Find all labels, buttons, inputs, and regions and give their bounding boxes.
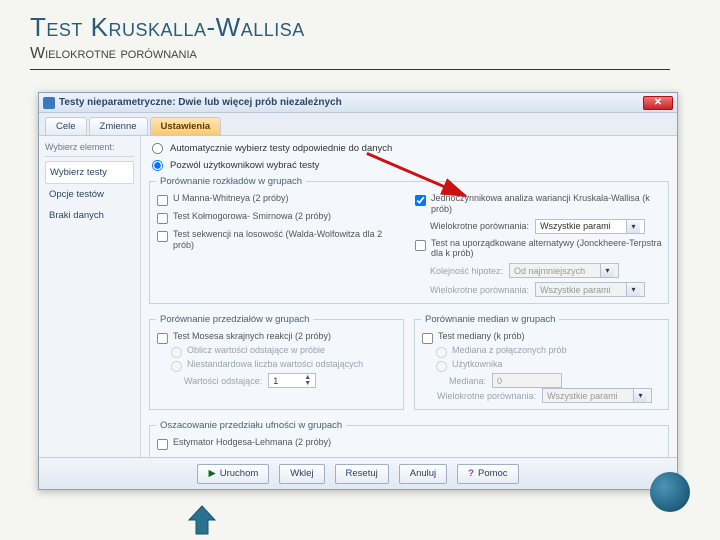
chk-median[interactable] — [422, 333, 433, 344]
moses-outliers-label: Wartości odstające: — [184, 376, 262, 386]
button-bar: ▶ Uruchom Wklej Resetuj Anuluj ? Pomoc — [39, 457, 677, 489]
reset-button-label: Resetuj — [346, 468, 378, 479]
moses-outliers-value: 1 — [273, 376, 278, 386]
jt-multicomp-label: Wielokrotne porównania: — [430, 285, 529, 295]
median-multicomp-label: Wielokrotne porównania: — [437, 391, 536, 401]
radio-median-pooled — [436, 347, 447, 358]
group-medians-legend: Porównanie median w grupach — [421, 314, 559, 325]
sidebar-header: Wybierz element: — [45, 142, 134, 157]
group-ranges-legend: Porównanie przedziałów w grupach — [156, 314, 313, 325]
run-button[interactable]: ▶ Uruchom — [197, 464, 269, 484]
tab-zmienne[interactable]: Zmienne — [89, 117, 148, 135]
jt-hyp-order-value: Od najmniejszych — [514, 266, 585, 276]
median-value: 0 — [497, 376, 502, 386]
annotation-arrow-up — [185, 504, 219, 536]
dialog-window: Testy nieparametryczne: Dwie lub więcej … — [38, 92, 678, 490]
chevron-down-icon: ▾ — [626, 220, 640, 233]
group-confidence-legend: Oszacowanie przedziału ufności w grupach — [156, 420, 346, 431]
run-button-label: Uruchom — [220, 468, 259, 479]
help-button[interactable]: ? Pomoc — [457, 464, 518, 484]
chevron-down-icon: ▾ — [626, 283, 640, 296]
close-button[interactable]: ✕ — [643, 96, 673, 110]
sidebar-item-opcje-testow[interactable]: Opcje testów — [45, 184, 134, 205]
window-title: Testy nieparametryczne: Dwie lub więcej … — [59, 97, 643, 108]
chk-wald-wolfowitz-label: Test sekwencji na losowość (Walda-Wolfow… — [173, 229, 404, 251]
spinner-icon: ▲▼ — [304, 375, 311, 387]
chk-kruskal-wallis[interactable] — [415, 195, 426, 206]
chk-mann-whitney-label: U Manna-Whitneya (2 próby) — [173, 193, 289, 204]
radio-median-pooled-label: Mediana z połączonych prób — [452, 345, 567, 356]
tab-cele[interactable]: Cele — [45, 117, 87, 135]
chevron-down-icon: ▾ — [633, 389, 647, 402]
radio-auto[interactable] — [152, 143, 163, 154]
kw-multicomp-value: Wszystkie parami — [540, 221, 611, 231]
group-distribution: Porównanie rozkładów w grupach U Manna-W… — [149, 176, 669, 304]
cancel-button-label: Anuluj — [410, 468, 436, 479]
radio-moses-custom-label: Niestandardowa liczba wartości odstający… — [187, 359, 363, 370]
chk-kolmogorov-label: Test Kołmogorowa- Smirnowa (2 próby) — [173, 211, 331, 222]
app-icon — [43, 97, 55, 109]
sidebar-item-braki-danych[interactable]: Braki danych — [45, 205, 134, 226]
tab-ustawienia[interactable]: Ustawienia — [150, 117, 222, 135]
radio-median-user-label: Użytkownika — [452, 359, 503, 370]
median-multicomp-dropdown: Wszystkie parami ▾ — [542, 388, 652, 403]
page-title: Test Kruskalla-Wallisa — [30, 12, 690, 43]
median-multicomp-value: Wszystkie parami — [547, 391, 618, 401]
jt-multicomp-value: Wszystkie parami — [540, 285, 611, 295]
chk-kruskal-wallis-label: Jednoczynnikowa analiza wariancji Kruska… — [431, 193, 662, 215]
radio-manual-label: Pozwól użytkownikowi wybrać testy — [170, 160, 319, 171]
group-distribution-legend: Porównanie rozkładów w grupach — [156, 176, 306, 187]
radio-median-user — [436, 361, 447, 372]
radio-moses-auto-label: Oblicz wartości odstające w próbie — [187, 345, 325, 356]
paste-button[interactable]: Wklej — [279, 464, 324, 484]
play-icon: ▶ — [208, 468, 215, 479]
chevron-down-icon: ▾ — [600, 264, 614, 277]
kw-multicomp-label: Wielokrotne porównania: — [430, 221, 529, 231]
titlebar: Testy nieparametryczne: Dwie lub więcej … — [39, 93, 677, 113]
slide-decoration-ball — [650, 472, 690, 512]
group-ranges: Porównanie przedziałów w grupach Test Mo… — [149, 314, 404, 410]
radio-auto-label: Automatycznie wybierz testy odpowiednie … — [170, 143, 392, 154]
radio-manual[interactable] — [152, 160, 163, 171]
jt-multicomp-dropdown: Wszystkie parami ▾ — [535, 282, 645, 297]
group-confidence: Oszacowanie przedziału ufności w grupach… — [149, 420, 669, 458]
chk-jonckheere-label: Test na uporządkowane alternatywy (Jonck… — [431, 238, 662, 260]
radio-moses-custom — [171, 361, 182, 372]
sidebar-item-wybierz-testy[interactable]: Wybierz testy — [45, 161, 134, 184]
chk-hodges-lehman-label: Estymator Hodgesa-Lehmana (2 próby) — [173, 437, 331, 448]
help-icon: ? — [468, 468, 474, 479]
main-pane: Automatycznie wybierz testy odpowiednie … — [141, 136, 677, 476]
chk-hodges-lehman[interactable] — [157, 439, 168, 450]
chk-wald-wolfowitz[interactable] — [157, 231, 168, 242]
median-value-label: Mediana: — [449, 376, 486, 386]
median-value-input: 0 — [492, 373, 562, 388]
page-subtitle: Wielokrotne porównania — [30, 45, 670, 70]
group-medians: Porównanie median w grupach Test mediany… — [414, 314, 669, 410]
moses-outliers-spinner: 1 ▲▼ — [268, 373, 316, 388]
help-button-label: Pomoc — [478, 468, 508, 479]
chk-jonckheere[interactable] — [415, 240, 426, 251]
jt-hyp-order-label: Kolejność hipotez: — [430, 266, 503, 276]
paste-button-label: Wklej — [290, 468, 313, 479]
chk-mann-whitney[interactable] — [157, 195, 168, 206]
tab-bar: Cele Zmienne Ustawienia — [39, 113, 677, 136]
chk-moses[interactable] — [157, 333, 168, 344]
jt-hyp-order-dropdown: Od najmniejszych ▾ — [509, 263, 619, 278]
chk-kolmogorov[interactable] — [157, 213, 168, 224]
chk-median-label: Test mediany (k prób) — [438, 331, 525, 342]
cancel-button[interactable]: Anuluj — [399, 464, 447, 484]
chk-moses-label: Test Mosesa skrajnych reakcji (2 próby) — [173, 331, 331, 342]
kw-multicomp-dropdown[interactable]: Wszystkie parami ▾ — [535, 219, 645, 234]
sidebar: Wybierz element: Wybierz testy Opcje tes… — [39, 136, 141, 476]
reset-button[interactable]: Resetuj — [335, 464, 389, 484]
radio-moses-auto — [171, 347, 182, 358]
